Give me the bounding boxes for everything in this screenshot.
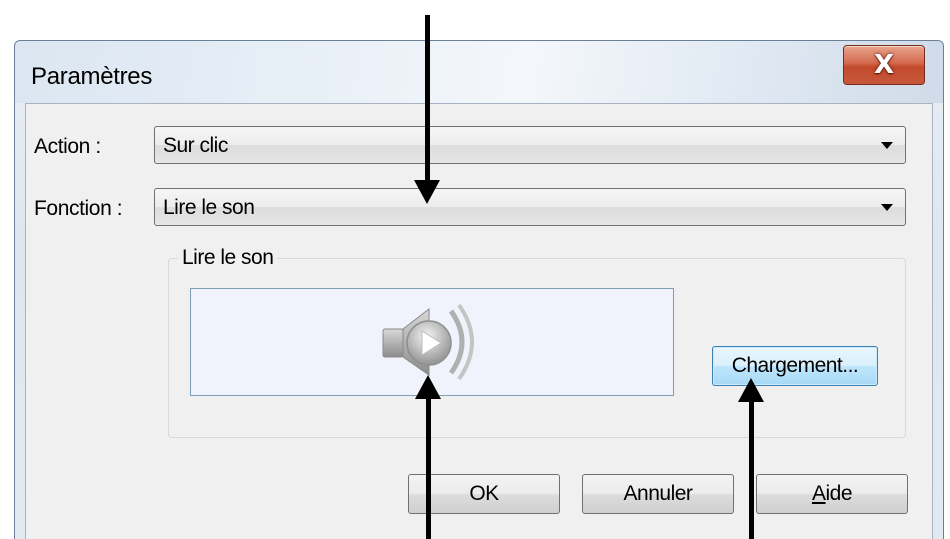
chevron-down-icon (881, 204, 893, 211)
dialog-client-area: Action : Sur clic Fonction : Lire le son… (25, 103, 933, 539)
dialog-title: Paramètres (31, 63, 153, 90)
annotation-arrow-up-load (749, 395, 754, 539)
action-dropdown-value: Sur clic (163, 134, 228, 157)
annotation-arrowhead-down (414, 180, 440, 204)
annotation-arrow-up-speaker (426, 392, 431, 539)
help-mnemonic: A (811, 482, 826, 505)
close-icon: X (873, 50, 895, 80)
dialog-titlebar[interactable]: Paramètres X (15, 41, 943, 103)
help-button-rest: ide (825, 482, 853, 505)
help-button[interactable]: Aide (756, 474, 908, 514)
speaker-play-icon (382, 303, 474, 381)
chevron-down-icon (881, 142, 893, 149)
annotation-arrowhead-up-speaker (415, 375, 441, 399)
annotation-arrow-down (425, 15, 430, 185)
settings-dialog: Paramètres X Action : Sur clic Fonction … (14, 40, 944, 539)
cancel-button[interactable]: Annuler (582, 474, 734, 514)
action-dropdown[interactable]: Sur clic (154, 126, 906, 164)
load-button[interactable]: Chargement... (712, 346, 878, 386)
close-button[interactable]: X (843, 45, 925, 85)
fonction-dropdown[interactable]: Lire le son (154, 188, 906, 226)
action-label: Action : (34, 135, 101, 158)
annotation-arrowhead-up-load (738, 378, 764, 402)
fonction-dropdown-value: Lire le son (163, 196, 255, 219)
sound-group-title: Lire le son (178, 246, 278, 270)
fonction-label: Fonction : (34, 197, 123, 220)
